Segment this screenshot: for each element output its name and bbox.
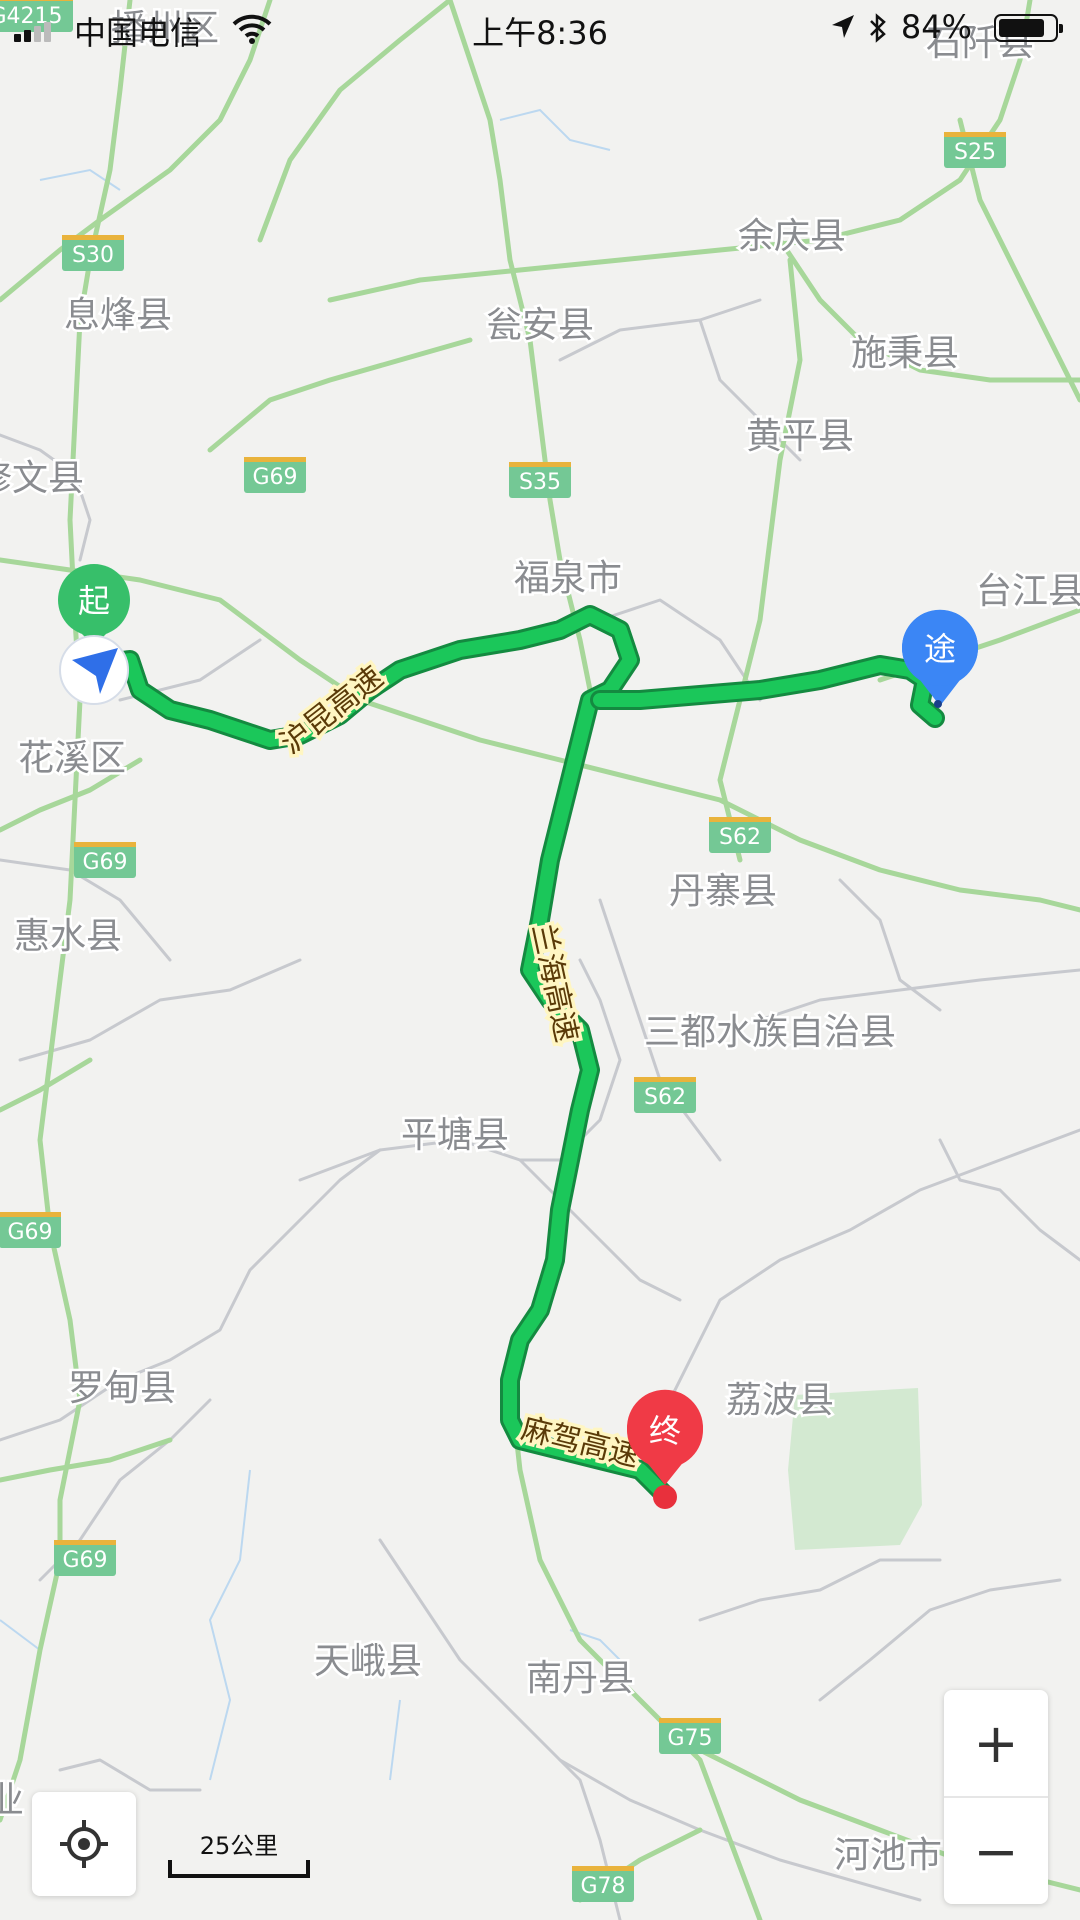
place-label: 天峨县 [314,1641,422,1682]
highway-shield-label: G78 [580,1874,625,1899]
battery-percentage: 84% [900,8,972,46]
place-label: 花溪区 [18,738,126,779]
zoom-controls: + − [944,1690,1048,1904]
place-label: 南丹县 [526,1658,634,1699]
place-label: 丹寨县 [669,871,777,912]
highway-shield-label: S62 [644,1085,686,1110]
place-label: 荔波县 [726,1380,834,1421]
place-label: 惠水县 [14,916,122,957]
place-label: 余庆县 [738,216,846,257]
highway-shield: G69 [0,1212,61,1248]
highway-shield-label: S25 [954,140,996,165]
start-marker-label: 起 [78,582,110,620]
highway-shield-label: S30 [72,243,114,268]
place-label: 黄平县 [746,416,854,457]
place-label: 三都水族自治县 [644,1012,896,1053]
locate-icon [60,1820,108,1868]
place-label: 瓮安县 [486,305,594,346]
highway-shield: S25 [944,132,1006,168]
place-label: 台江县 [976,571,1080,612]
battery-icon [994,14,1063,42]
end-marker-label: 终 [649,1412,681,1450]
highway-shield-label: G69 [252,465,297,490]
location-services-icon [832,15,854,38]
scale-bar: 25公里 [168,1826,310,1880]
highway-shield-label: S35 [519,470,561,495]
highway-shield: G78 [572,1866,634,1902]
highway-shield-label: G69 [82,850,127,875]
current-location-arrow [59,635,129,705]
zoom-out-button[interactable]: − [944,1798,1048,1904]
scale-line [168,1860,310,1878]
highway-shield: S35 [509,462,571,498]
place-label: 施秉县 [851,333,959,374]
highway-shield: S62 [634,1077,696,1113]
highway-shield-label: S62 [719,825,761,850]
highway-shield: S62 [709,817,771,853]
place-label: 平塘县 [401,1115,509,1156]
place-label: 业 [0,1780,24,1821]
highway-shield: G69 [74,842,136,878]
highway-shield: G69 [244,457,306,493]
highway-shield-label: G75 [667,1726,712,1751]
map-canvas[interactable]: G4215S25S30G69S35S62G69S62G69G69G75G78 播… [0,0,1080,1920]
highway-shield: G69 [54,1540,116,1576]
bluetooth-icon [870,13,886,43]
place-label: 河池市 [834,1835,942,1876]
place-label: 息烽县 [64,295,172,336]
locate-button[interactable] [32,1792,136,1896]
highway-shield-label: G69 [7,1220,52,1245]
battery-fill [999,19,1044,37]
place-label: 修文县 [0,458,84,499]
zoom-in-button[interactable]: + [944,1690,1048,1796]
highway-shield-label: G69 [62,1548,107,1573]
place-label: 罗甸县 [68,1368,176,1409]
scale-label: 25公里 [199,1832,279,1860]
status-bar: 中国电信 上午8:36 84% [0,0,1080,58]
place-label: 福泉市 [514,558,622,599]
highway-shield: G75 [659,1718,721,1754]
highway-shield: S30 [62,235,124,271]
via-marker-label: 途 [924,630,956,668]
